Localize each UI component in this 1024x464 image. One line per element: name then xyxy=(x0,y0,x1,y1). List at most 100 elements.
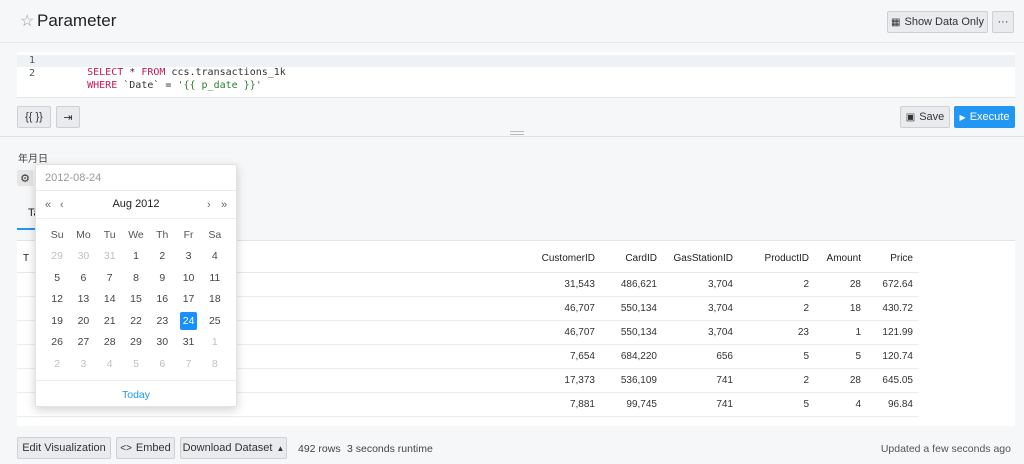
table-cell: 3,704 xyxy=(663,296,739,321)
calendar-day[interactable]: 13 xyxy=(70,290,96,312)
calendar-day[interactable]: 30 xyxy=(70,247,96,269)
calendar-day[interactable]: 16 xyxy=(149,290,175,312)
more-options-button[interactable]: ··· xyxy=(992,11,1014,33)
calendar-day[interactable]: 7 xyxy=(97,269,123,291)
table-cell: 5 xyxy=(739,344,815,369)
calendar-day[interactable]: 8 xyxy=(123,269,149,291)
table-cell: 741 xyxy=(663,368,739,393)
table-cell: 23 xyxy=(739,320,815,345)
page-title[interactable]: Parameter xyxy=(37,11,116,31)
calendar-day[interactable]: 1 xyxy=(123,247,149,269)
column-header[interactable]: CustomerID xyxy=(495,246,601,273)
today-button[interactable]: Today xyxy=(36,389,236,401)
calendar-day[interactable]: 18 xyxy=(202,290,228,312)
calendar-day[interactable]: 17 xyxy=(175,290,201,312)
save-label: Save xyxy=(919,111,945,123)
calendar-day[interactable]: 8 xyxy=(202,355,228,377)
calendar-day[interactable]: 28 xyxy=(97,333,123,355)
show-data-only-button[interactable]: ▦ Show Data Only xyxy=(887,11,988,33)
calendar-day[interactable]: 26 xyxy=(44,333,70,355)
execute-button[interactable]: ▶ Execute xyxy=(954,106,1015,128)
calendar-day[interactable]: 5 xyxy=(44,269,70,291)
column-header[interactable]: ProductID xyxy=(739,246,815,273)
download-dataset-button[interactable]: Download Dataset ▲ xyxy=(180,437,287,459)
column-header[interactable]: Price xyxy=(867,246,919,273)
table-cell: 99,745 xyxy=(601,392,663,417)
calendar-day[interactable]: 12 xyxy=(44,290,70,312)
table-cell: 121.99 xyxy=(867,320,919,345)
weekday-label: Tu xyxy=(103,229,116,241)
calendar-day[interactable]: 6 xyxy=(70,269,96,291)
current-month-label[interactable]: Aug 2012 xyxy=(36,198,236,210)
calendar-day[interactable]: 25 xyxy=(202,312,228,334)
download-dataset-label: Download Dataset xyxy=(182,442,273,454)
calendar-day[interactable]: 31 xyxy=(97,247,123,269)
calendar-day[interactable]: 21 xyxy=(97,312,123,334)
calendar-day[interactable]: 7 xyxy=(175,355,201,377)
column-header[interactable]: GasStationID xyxy=(663,246,739,273)
calendar-week: 12 13 14 15 16 17 18 xyxy=(44,290,228,312)
resize-handle[interactable] xyxy=(510,131,524,135)
favorite-star-icon[interactable]: ☆ xyxy=(20,11,34,31)
calendar-day[interactable]: 29 xyxy=(123,333,149,355)
calendar-day[interactable]: 29 xyxy=(44,247,70,269)
calendar-day[interactable]: 2 xyxy=(44,355,70,377)
date-picker-input[interactable]: 2012-08-24 xyxy=(36,165,236,191)
calendar-day-selected[interactable]: 24 xyxy=(180,311,198,330)
table-cell: 46,707 xyxy=(495,320,601,345)
next-month-button[interactable]: › xyxy=(207,199,211,211)
calendar-day[interactable]: 27 xyxy=(70,333,96,355)
calendar-day[interactable]: 4 xyxy=(202,247,228,269)
weekday-label: We xyxy=(128,229,144,241)
next-year-button[interactable]: » xyxy=(221,199,227,211)
calendar-day[interactable]: 30 xyxy=(149,333,175,355)
calendar-day[interactable]: 5 xyxy=(123,355,149,377)
column-header[interactable]: Amount xyxy=(815,246,867,273)
calendar-day[interactable]: 9 xyxy=(149,269,175,291)
calendar-day[interactable]: 10 xyxy=(175,269,201,291)
calendar-week: 19 20 21 22 23 24 25 xyxy=(44,311,228,334)
calendar-day[interactable]: 3 xyxy=(70,355,96,377)
calendar-day[interactable]: 4 xyxy=(97,355,123,377)
caret-up-icon: ▲ xyxy=(276,443,285,453)
line-number: 1 xyxy=(28,55,35,66)
table-cell: 5 xyxy=(739,392,815,417)
calendar-day[interactable]: 3 xyxy=(175,247,201,269)
add-parameter-button[interactable]: {{ }} xyxy=(17,106,51,128)
format-query-button[interactable]: ⇥ xyxy=(56,106,80,128)
editor-line-1[interactable]: 1 SELECT * FROM ccs.transactions_1k xyxy=(17,55,1015,78)
column-header[interactable]: CardID xyxy=(601,246,663,273)
save-button[interactable]: ▣ Save xyxy=(900,106,950,128)
embed-label: Embed xyxy=(135,442,171,454)
edit-visualization-label: Edit Visualization xyxy=(22,442,106,454)
calendar-day[interactable]: 2 xyxy=(149,247,175,269)
edit-visualization-button[interactable]: Edit Visualization xyxy=(17,437,111,459)
calendar-day[interactable]: 22 xyxy=(123,312,149,334)
query-editor[interactable]: 1 SELECT * FROM ccs.transactions_1k 2 WH… xyxy=(17,52,1015,98)
indent-icon: ⇥ xyxy=(63,111,73,124)
execute-label: Execute xyxy=(969,111,1010,123)
weekday-header: Su Mo Tu We Th Fr Sa xyxy=(44,229,228,241)
calendar-day[interactable]: 31 xyxy=(175,333,201,355)
code-line-2[interactable]: WHERE `Date` = '{{ p_date }}' xyxy=(43,68,262,91)
embed-button[interactable]: <> Embed xyxy=(116,437,175,459)
weekday-label: Fr xyxy=(183,229,194,241)
editor-line-2[interactable]: 2 WHERE `Date` = '{{ p_date }}' xyxy=(17,68,1015,91)
table-cell: 550,134 xyxy=(601,320,663,345)
calendar-day[interactable]: 6 xyxy=(149,355,175,377)
calendar-day[interactable]: 20 xyxy=(70,312,96,334)
row-count: 492 rows xyxy=(298,443,341,455)
calendar-day[interactable]: 23 xyxy=(149,312,175,334)
table-cell: 486,621 xyxy=(601,272,663,297)
table-cell: 28 xyxy=(815,272,867,297)
calendar-day[interactable]: 19 xyxy=(44,312,70,334)
calendar-day[interactable]: 15 xyxy=(123,290,149,312)
query-header xyxy=(0,0,1024,43)
calendar-grid: 29 30 31 1 2 3 4 5 6 7 8 9 10 11 12 13 14 15 16 17 18 19 20 21 2… xyxy=(44,247,228,376)
calendar-week: 29 30 31 1 2 3 4 xyxy=(44,247,228,269)
code-line-1[interactable]: SELECT * FROM ccs.transactions_1k xyxy=(43,55,286,78)
calendar-day[interactable]: 14 xyxy=(97,290,123,312)
calendar-day[interactable]: 11 xyxy=(202,269,228,291)
parameter-settings-button[interactable]: ⚙ xyxy=(17,170,33,186)
calendar-day[interactable]: 1 xyxy=(202,333,228,355)
